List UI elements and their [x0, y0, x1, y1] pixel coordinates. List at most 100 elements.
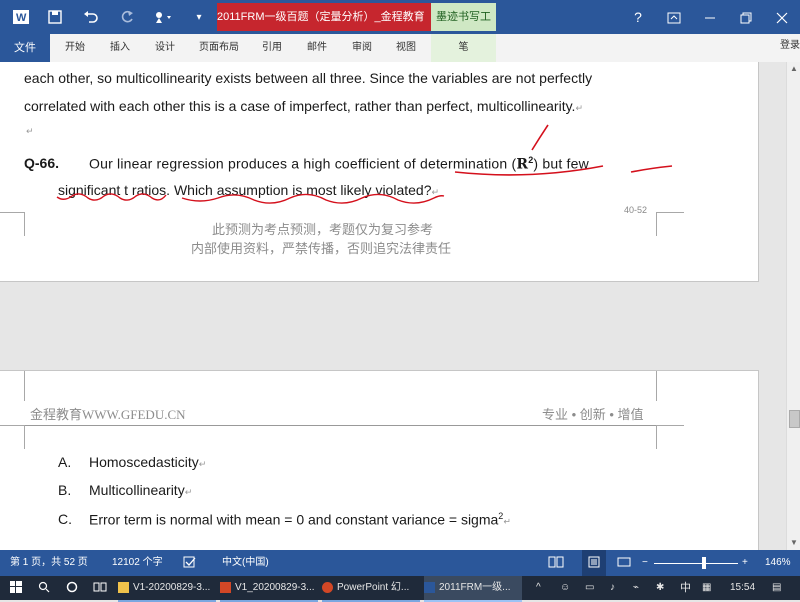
option-text: Error term is normal with mean = 0 and c…: [89, 511, 511, 528]
tab-home[interactable]: 开始: [65, 34, 85, 62]
tab-review[interactable]: 审阅: [352, 34, 372, 62]
crop-mark: [0, 425, 24, 426]
question-text-part: Our linear regression produces a high co…: [89, 155, 517, 172]
paragraph-line: correlated with each other this is a cas…: [24, 98, 583, 114]
taskbar-item-label: V1_20200829-3...: [235, 582, 315, 593]
start-icon[interactable]: [4, 576, 28, 600]
paragraph-mark: ↵: [198, 459, 207, 469]
vertical-scrollbar[interactable]: ▲ ▼: [786, 62, 800, 550]
tab-mailings[interactable]: 邮件: [307, 34, 327, 62]
tab-file[interactable]: 文件: [0, 34, 50, 62]
option-label: A.: [58, 454, 72, 470]
paragraph-mark: ↵: [26, 126, 34, 136]
ink-underline-few: [630, 165, 673, 173]
save-icon[interactable]: [38, 0, 72, 34]
taskbar-item-word[interactable]: 2011FRM一级...: [424, 576, 522, 602]
network-icon[interactable]: ⌁: [633, 576, 639, 600]
notification-icon[interactable]: ▤: [772, 576, 781, 600]
read-mode-icon[interactable]: [548, 550, 564, 576]
option-text-content: Error term is normal with mean = 0 and c…: [89, 511, 499, 528]
ime-indicator[interactable]: 中: [680, 576, 691, 600]
web-layout-icon[interactable]: [617, 550, 631, 576]
question-text-part: ) but few: [533, 155, 589, 172]
option-label: B.: [58, 482, 72, 498]
tab-references[interactable]: 引用: [262, 34, 282, 62]
paragraph-mark: ↵: [431, 187, 440, 197]
question-text-continued: significant t ratios. Which assumption i…: [58, 182, 439, 198]
windows-taskbar: V1-20200829-3... V1_20200829-3... PowerP…: [0, 576, 800, 602]
task-view-icon[interactable]: [88, 576, 112, 600]
tab-design[interactable]: 设计: [155, 34, 175, 62]
zoom-out-icon[interactable]: −: [642, 550, 648, 576]
crop-mark: [656, 371, 657, 401]
sign-in-link[interactable]: 登录: [780, 36, 800, 51]
document-page[interactable]: each other, so multicollinearity exists …: [0, 62, 759, 282]
ribbon-tab-bar: 文件 开始 插入 设计 页面布局 引用 邮件 审阅 视图 笔 登录: [0, 34, 800, 63]
paragraph-mark: ↵: [503, 516, 511, 527]
customize-qat-icon[interactable]: ▾: [182, 0, 216, 34]
print-layout-icon[interactable]: [582, 550, 606, 576]
taskbar-item-label: 2011FRM一级...: [439, 582, 511, 593]
ribbon-display-options-icon[interactable]: [656, 0, 692, 34]
r-symbol: R: [516, 156, 529, 173]
proofing-icon[interactable]: [183, 550, 197, 576]
taskbar-item-powerpoint[interactable]: PowerPoint 幻...: [322, 576, 420, 602]
tab-page-layout[interactable]: 页面布局: [199, 34, 239, 62]
header-rule: [24, 425, 656, 426]
tab-insert[interactable]: 插入: [110, 34, 130, 62]
tab-view[interactable]: 视图: [396, 34, 416, 62]
word-app-icon: [424, 581, 435, 593]
ink-tools-contextual-tab[interactable]: 墨迹书写工具: [431, 3, 496, 51]
paragraph-text: correlated with each other this is a cas…: [24, 98, 576, 114]
minimize-icon[interactable]: [692, 0, 728, 34]
redo-icon[interactable]: [110, 0, 144, 34]
undo-icon[interactable]: [74, 0, 108, 34]
scroll-up-icon[interactable]: ▲: [787, 62, 800, 76]
search-icon[interactable]: [32, 576, 56, 600]
cortana-icon[interactable]: [60, 576, 84, 600]
zoom-slider-thumb[interactable]: [702, 557, 706, 569]
option-text-content: Homoscedasticity: [89, 454, 199, 470]
tab-pen[interactable]: 笔: [431, 34, 496, 62]
help-button[interactable]: ?: [620, 0, 656, 34]
scroll-down-icon[interactable]: ▼: [787, 536, 800, 550]
page-count[interactable]: 第 1 页，共 52 页: [10, 550, 88, 576]
powerpoint-icon: [322, 581, 333, 593]
close-icon[interactable]: [764, 0, 800, 34]
touch-mode-icon[interactable]: [146, 0, 180, 34]
taskbar-item-folder[interactable]: V1-20200829-3...: [118, 576, 216, 602]
crop-mark: [656, 425, 684, 426]
zoom-slider[interactable]: [654, 550, 738, 576]
tray-expand-icon[interactable]: ^: [536, 576, 541, 600]
header-right: 专业 • 创新 • 增值: [542, 407, 644, 422]
option-text: Multicollinearity↵: [89, 482, 192, 498]
people-icon[interactable]: ☺: [560, 576, 570, 600]
paragraph-line: each other, so multicollinearity exists …: [24, 70, 593, 86]
crop-mark: [656, 212, 657, 236]
keyboard-icon[interactable]: ▦: [702, 576, 711, 600]
title-bar: W ▾ 2011FRM一级百题（定量分析）_金程教育【... 墨迹书写工具 ?: [0, 0, 800, 51]
bluetooth-icon[interactable]: ✱: [656, 576, 664, 600]
crop-mark: [24, 212, 25, 236]
document-title: 2011FRM一级百题（定量分析）_金程教育【...: [217, 3, 431, 31]
paragraph-mark: ↵: [575, 103, 583, 113]
word-icon[interactable]: W: [4, 0, 38, 34]
document-page[interactable]: 金程教育WWW.GFEDU.CN 专业 • 创新 • 增值 A. Homosce…: [0, 370, 759, 550]
volume-icon[interactable]: ♪: [610, 576, 615, 600]
option-text: Homoscedasticity↵: [89, 454, 206, 470]
scrollbar-thumb[interactable]: [789, 410, 800, 428]
restore-icon[interactable]: [728, 0, 764, 34]
crop-mark: [656, 212, 684, 213]
svg-text:W: W: [16, 12, 27, 24]
language-indicator[interactable]: 中文(中国): [222, 550, 269, 576]
zoom-level[interactable]: 146%: [765, 550, 791, 576]
powerpoint-file-icon: [220, 581, 231, 593]
document-area[interactable]: each other, so multicollinearity exists …: [0, 62, 786, 550]
zoom-in-icon[interactable]: +: [742, 550, 748, 576]
battery-icon[interactable]: ▭: [585, 576, 594, 600]
option-text-content: Multicollinearity: [89, 482, 185, 498]
clock[interactable]: 15:54: [730, 576, 755, 600]
header-left: 金程教育WWW.GFEDU.CN: [30, 407, 186, 422]
taskbar-item-pdf[interactable]: V1_20200829-3...: [220, 576, 318, 602]
word-count[interactable]: 12102 个字: [112, 550, 163, 576]
